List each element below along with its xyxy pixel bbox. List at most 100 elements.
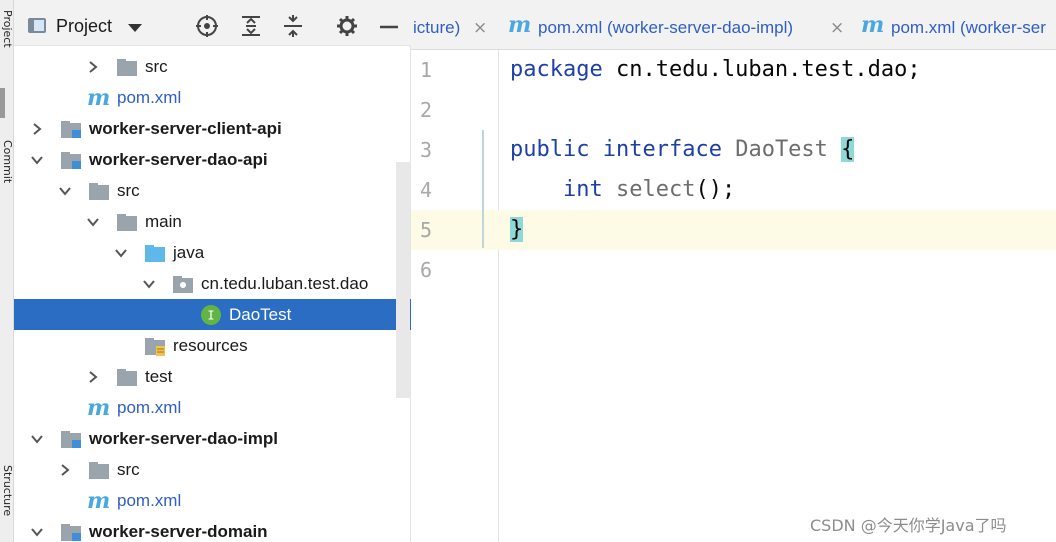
line-number: 3 — [419, 138, 433, 162]
resources-folder-icon — [145, 338, 165, 356]
tree-item-label: worker-server-client-api — [89, 119, 282, 138]
method-parens: (); — [695, 177, 736, 202]
chevron-right-icon[interactable] — [58, 463, 72, 477]
chevron-right-icon[interactable] — [86, 370, 100, 384]
line-number: 1 — [419, 58, 433, 82]
folder-icon — [117, 214, 137, 231]
module-icon — [61, 152, 81, 169]
line-number-gutter[interactable]: 1 2 3 4 5 6 — [411, 50, 499, 542]
code-editor: icture) × m pom.xml (worker-server-dao-i… — [411, 0, 1056, 542]
tool-window-strip: Project Commit Structure — [0, 0, 14, 542]
gear-icon[interactable] — [336, 15, 358, 37]
line-number: 5 — [419, 218, 433, 242]
tree-row[interactable]: worker-server-dao-impl — [14, 423, 411, 454]
source-folder-icon — [145, 245, 165, 262]
tree-row[interactable]: src — [14, 51, 411, 82]
maven-icon: m — [87, 397, 110, 419]
tree-row[interactable]: m pom.xml — [14, 82, 411, 113]
tree-row[interactable]: worker-server-domain — [14, 516, 411, 542]
tree-row[interactable]: I DaoTest — [14, 299, 411, 330]
chevron-down-icon[interactable] — [114, 246, 128, 260]
chevron-down-icon[interactable] — [30, 525, 44, 539]
tree-item-label: worker-server-domain — [89, 522, 268, 541]
tree-item-label: cn.tedu.luban.test.dao — [201, 274, 369, 293]
tree-row[interactable]: java — [14, 237, 411, 268]
tab-label: icture) — [413, 18, 461, 37]
collapse-all-icon[interactable] — [282, 15, 304, 37]
svg-text:I: I — [207, 309, 214, 323]
tree-item-label: pom.xml — [117, 398, 182, 417]
commit-tool-button[interactable]: Commit — [0, 140, 13, 194]
project-view-selector[interactable]: Project — [56, 16, 112, 37]
code-line-5: } — [510, 210, 524, 250]
chevron-right-icon[interactable] — [30, 122, 44, 136]
tree-row[interactable]: main — [14, 206, 411, 237]
tree-row[interactable]: m pom.xml — [14, 485, 411, 516]
tree-item-label: src — [117, 460, 140, 479]
folder-icon — [117, 59, 137, 76]
tree-item-label: resources — [173, 336, 248, 355]
maven-icon: m — [87, 87, 110, 109]
current-line-highlight — [411, 210, 1056, 250]
tree-item-label: DaoTest — [229, 305, 292, 324]
maven-icon: m — [87, 490, 110, 512]
module-icon — [61, 121, 81, 138]
chevron-down-icon[interactable] — [58, 184, 72, 198]
project-panel-header: Project — [14, 0, 411, 46]
tab-structure[interactable]: icture) × — [411, 0, 503, 49]
chevron-down-icon[interactable] — [86, 215, 100, 229]
tab-pom-worker-server[interactable]: m pom.xml (worker-ser — [859, 0, 1056, 49]
structure-tool-button[interactable]: Structure — [0, 465, 13, 519]
folder-icon — [89, 462, 109, 479]
tree-row[interactable]: src — [14, 454, 411, 485]
tree-row[interactable]: worker-server-dao-api — [14, 144, 411, 175]
tree-item-label: src — [145, 57, 168, 76]
close-brace: } — [510, 217, 524, 242]
keyword: int — [562, 177, 603, 202]
keyword: interface — [602, 137, 722, 162]
tree-row[interactable]: m pom.xml — [14, 392, 411, 423]
tree-row[interactable]: worker-server-client-api — [14, 113, 411, 144]
tree-scrollbar[interactable] — [396, 162, 410, 398]
tree-row[interactable]: src — [14, 175, 411, 206]
tree-item-label: java — [173, 243, 205, 262]
tab-label: pom.xml (worker-ser — [891, 18, 1046, 37]
maven-icon: m — [861, 12, 885, 38]
module-icon — [61, 431, 81, 448]
chevron-down-icon[interactable] — [128, 24, 142, 32]
code-line-1: package cn.tedu.luban.test.dao; — [510, 50, 921, 90]
tree-row[interactable]: cn.tedu.luban.test.dao — [14, 268, 411, 299]
locate-icon[interactable] — [196, 15, 218, 37]
chevron-down-icon[interactable] — [30, 432, 44, 446]
tree-item-label: worker-server-dao-impl — [89, 429, 278, 448]
expand-all-icon[interactable] — [240, 15, 262, 37]
project-panel: Project src m pom.xml worker-server-clie… — [14, 0, 411, 542]
tree-item-label: src — [117, 181, 140, 200]
close-icon[interactable]: × — [830, 18, 844, 38]
chevron-down-icon[interactable] — [142, 277, 156, 291]
svg-text:m: m — [87, 397, 110, 419]
tree-item-label: pom.xml — [117, 491, 182, 510]
tree-item-label: pom.xml — [117, 88, 182, 107]
chevron-right-icon[interactable] — [86, 60, 100, 74]
tree-row[interactable]: resources — [14, 330, 411, 361]
hide-panel-icon[interactable] — [378, 15, 400, 37]
line-number: 2 — [419, 98, 433, 122]
maven-icon: m — [508, 12, 532, 38]
watermark: CSDN @今天你学Java了吗 — [810, 516, 1007, 535]
tree-row[interactable]: test — [14, 361, 411, 392]
close-icon[interactable]: × — [473, 18, 487, 38]
open-brace: { — [841, 137, 855, 162]
project-window-icon — [28, 18, 46, 33]
package-icon — [173, 276, 193, 293]
chevron-down-icon[interactable] — [30, 153, 44, 167]
tree-item-label: main — [145, 212, 182, 231]
code-line-3: public interface DaoTest { — [510, 130, 855, 170]
active-tool-marker — [0, 88, 5, 118]
svg-text:m: m — [87, 87, 110, 109]
tab-label: pom.xml (worker-server-dao-impl) — [538, 18, 794, 37]
project-tool-button[interactable]: Project — [0, 10, 13, 64]
folder-icon — [89, 183, 109, 200]
tree-item-label: worker-server-dao-api — [89, 150, 268, 169]
tab-pom-dao-impl[interactable]: m pom.xml (worker-server-dao-impl) × — [506, 0, 856, 49]
